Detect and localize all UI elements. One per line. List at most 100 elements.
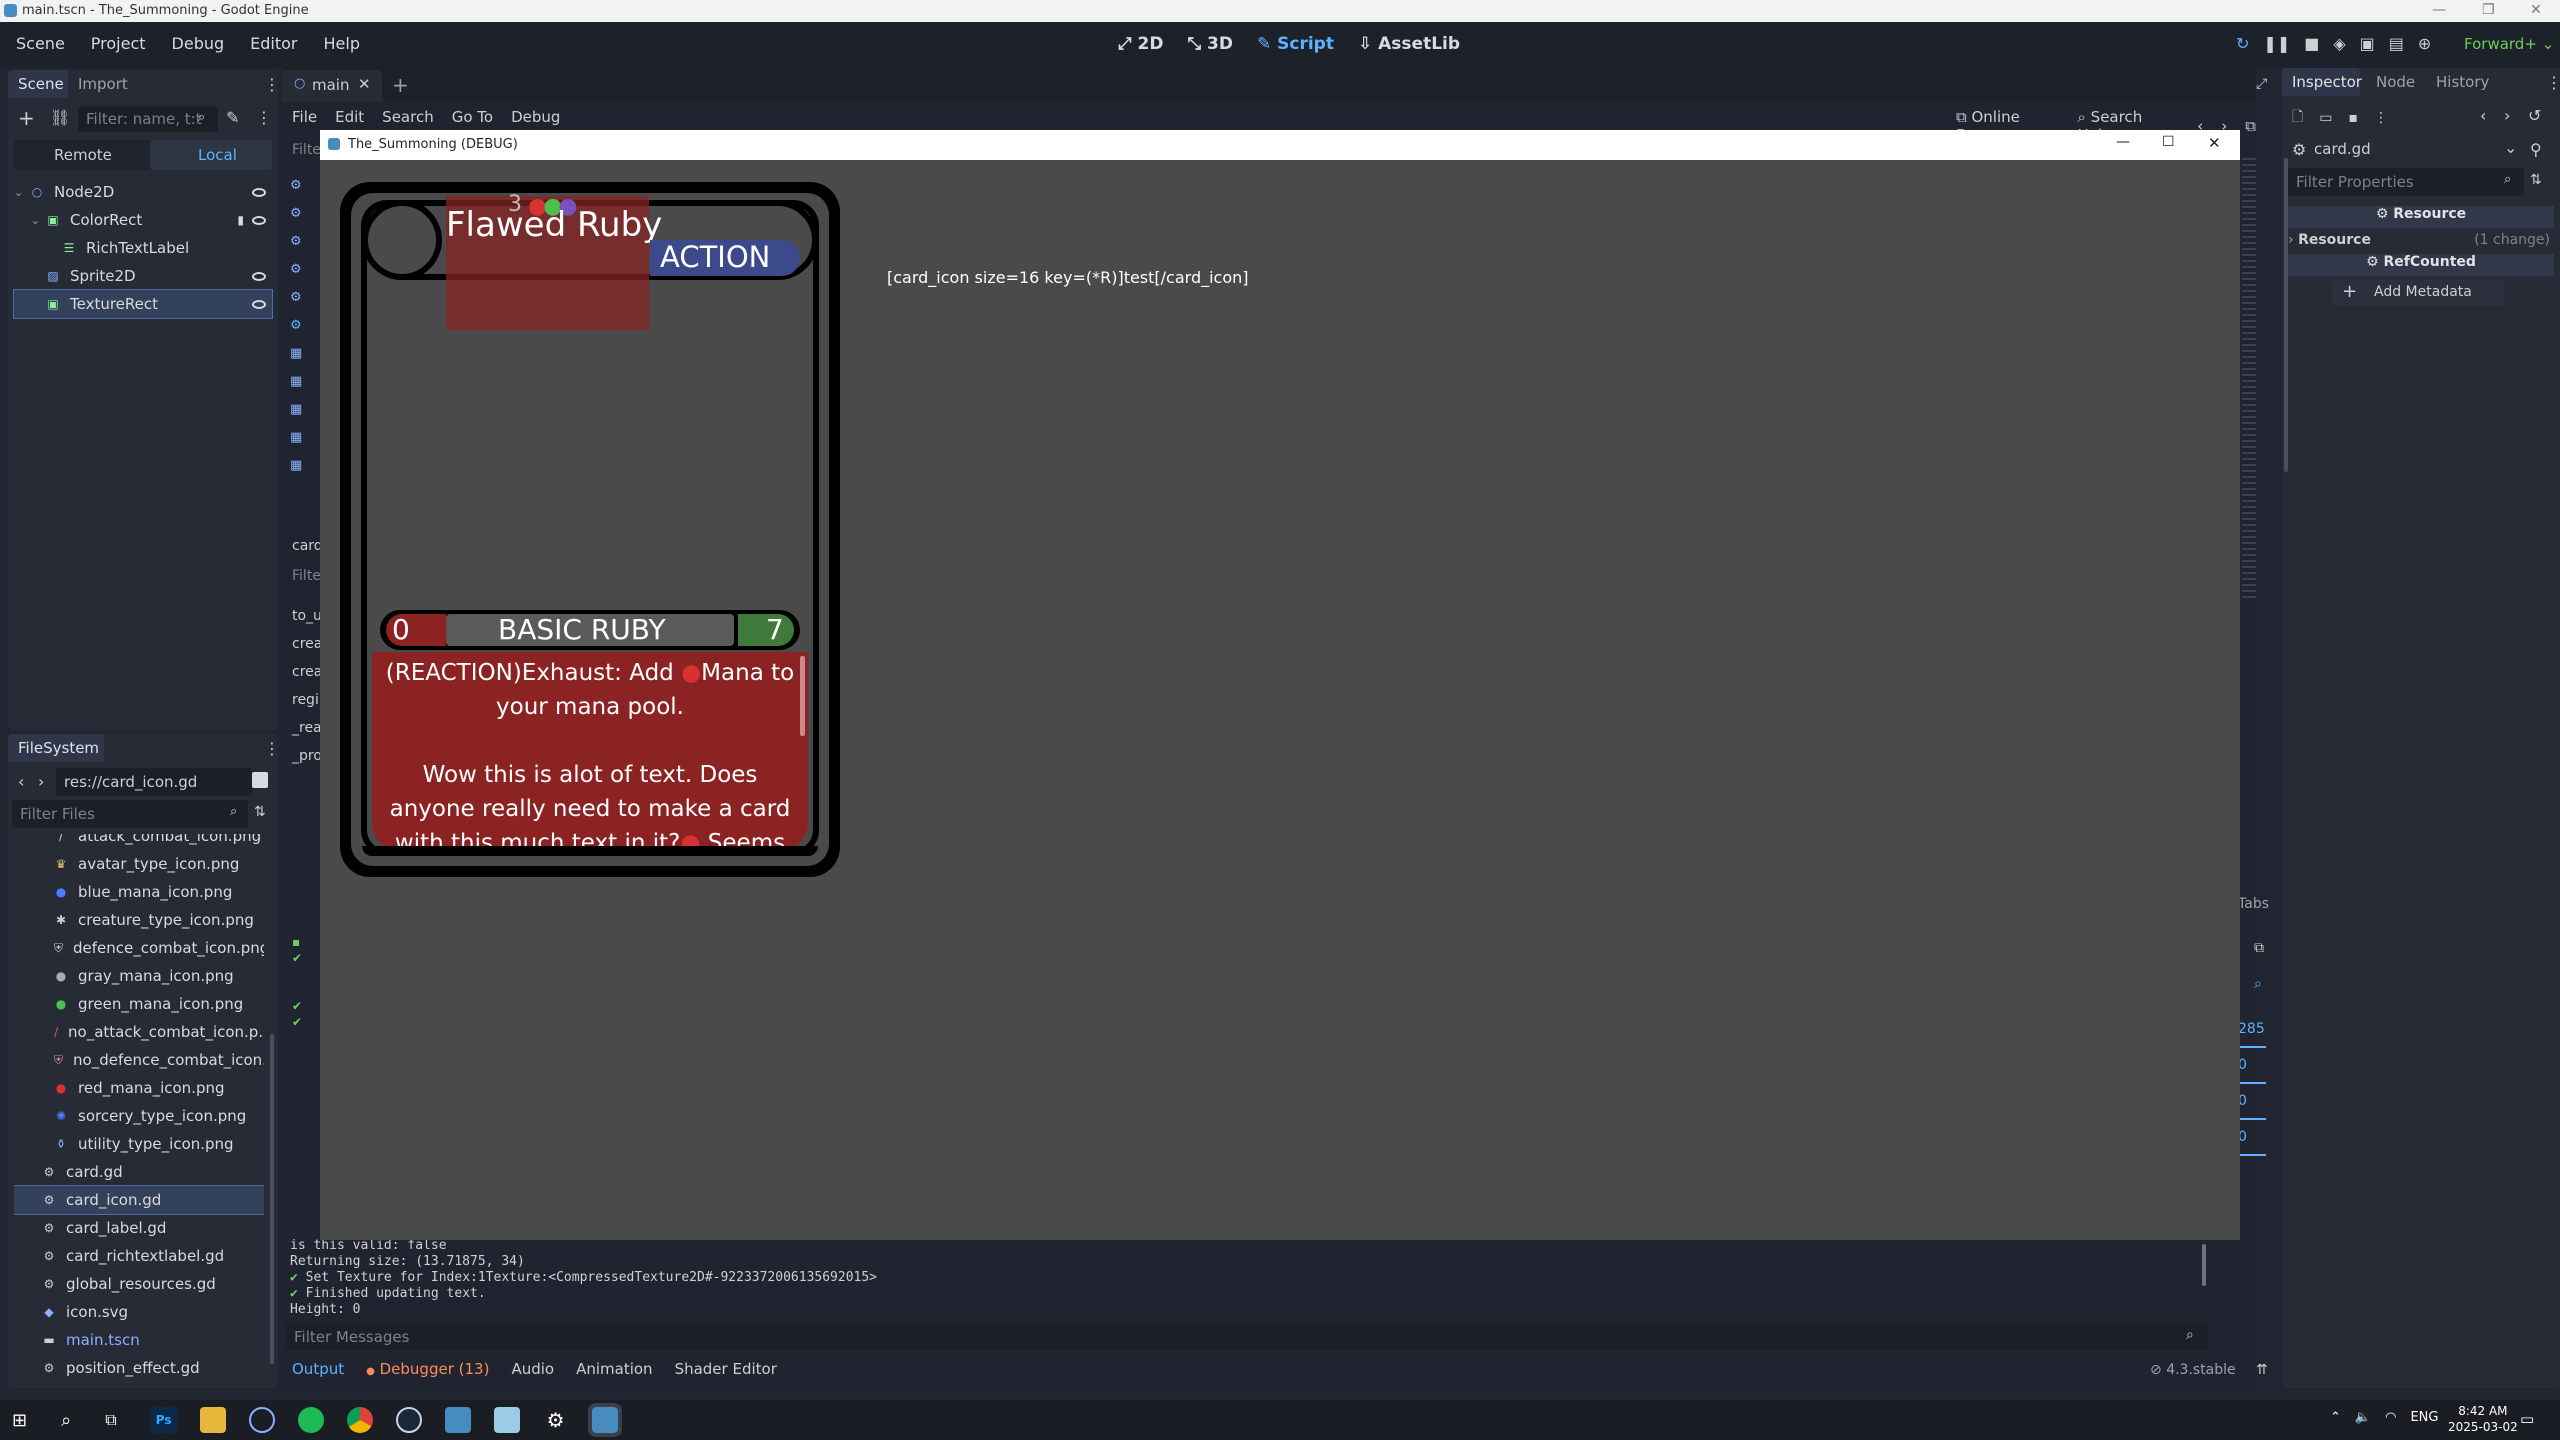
visibility-eye-icon[interactable] xyxy=(252,215,266,225)
method-item[interactable]: regi xyxy=(292,686,322,714)
pin-panel-icon[interactable]: ⇈ xyxy=(2256,1362,2268,1378)
method-item[interactable]: to_u xyxy=(292,602,322,630)
spotify-icon[interactable] xyxy=(297,1407,324,1433)
tab-node[interactable]: Node xyxy=(2376,73,2415,91)
tab-inspector[interactable]: Inspector xyxy=(2292,73,2362,91)
chrome-icon[interactable] xyxy=(346,1407,373,1433)
godot-icon[interactable] xyxy=(444,1407,471,1433)
minimize-icon[interactable]: — xyxy=(2432,2,2446,18)
file-item[interactable]: ⚙ card_label.gd xyxy=(14,1214,264,1242)
script-icon[interactable]: ▮ xyxy=(237,213,244,227)
card-text-scrollbar[interactable] xyxy=(800,656,805,736)
reload-icon[interactable]: ↻ xyxy=(2236,34,2249,53)
file-item[interactable]: ⚙ global_resources.gd xyxy=(14,1270,264,1298)
inspector-options-icon[interactable]: ⇅ xyxy=(2530,172,2542,188)
file-list-scrollbar[interactable] xyxy=(270,1034,274,1364)
tab-scene[interactable]: Scene xyxy=(18,75,64,93)
pause-icon[interactable]: ❚❚ xyxy=(2263,34,2290,53)
file-item[interactable]: ♛ avatar_type_icon.png xyxy=(14,850,264,878)
close-icon[interactable]: ✕ xyxy=(2208,134,2221,152)
script-filter-label[interactable]: Filte xyxy=(292,142,321,158)
field-value[interactable]: 0 xyxy=(2238,1084,2266,1120)
back-icon[interactable]: ‹ xyxy=(18,772,24,791)
wifi-icon[interactable]: ◠ xyxy=(2385,1410,2396,1425)
file-item[interactable]: ⛨ no_defence_combat_icon... xyxy=(14,1046,264,1074)
copy-icon[interactable]: ⧉ xyxy=(2254,940,2264,956)
maximize-icon[interactable]: ❐ xyxy=(2482,2,2495,18)
visibility-eye-icon[interactable] xyxy=(252,271,266,281)
tab-main[interactable]: ○ main ✕ xyxy=(282,70,382,102)
close-icon[interactable]: ✕ xyxy=(2530,2,2542,18)
scene-filter-input[interactable]: Filter: name, t:t xyxy=(78,106,218,132)
add-metadata-button[interactable]: + Add Metadata xyxy=(2332,280,2504,306)
script-attach-icon[interactable]: ✎ xyxy=(226,108,239,127)
field-value[interactable]: 285 xyxy=(2238,1012,2266,1048)
language-indicator[interactable]: ENG xyxy=(2410,1410,2438,1425)
workspace-assetlib[interactable]: ⇩ AssetLib xyxy=(1358,34,1460,54)
file-item[interactable]: / no_attack_combat_icon.p... xyxy=(14,1018,264,1046)
visibility-eye-icon[interactable] xyxy=(252,187,266,197)
gear-icon[interactable]: ⚙ xyxy=(290,200,302,228)
close-tab-icon[interactable]: ✕ xyxy=(358,75,371,93)
section-refcounted-header[interactable]: ⚙ RefCounted xyxy=(2288,254,2554,276)
menu-scene[interactable]: Scene xyxy=(16,34,65,53)
save-icon[interactable]: ▪ xyxy=(2349,110,2359,126)
remote-button[interactable]: Remote xyxy=(54,146,112,164)
menu-project[interactable]: Project xyxy=(91,34,146,53)
class-icon[interactable]: ▦ xyxy=(290,424,302,452)
dock-menu-icon[interactable]: ⋮ xyxy=(264,739,280,758)
subsection-resource[interactable]: › Resource (1 change) xyxy=(2288,232,2554,254)
gear-icon[interactable]: ⚙ xyxy=(290,256,302,284)
tab-output[interactable]: Output xyxy=(292,1360,344,1378)
windows-start-icon[interactable]: ⊞ xyxy=(12,1410,27,1431)
scene-options-icon[interactable]: ⋮ xyxy=(256,108,272,127)
search-icon[interactable]: ⌕ xyxy=(61,1410,71,1431)
photoshop-icon[interactable]: Ps xyxy=(150,1407,177,1433)
file-item-selected[interactable]: ⚙ card_icon.gd xyxy=(14,1185,264,1215)
field-value[interactable]: 0 xyxy=(2238,1048,2266,1084)
file-explorer-icon[interactable] xyxy=(199,1407,226,1433)
toggle-split-icon[interactable] xyxy=(252,772,268,788)
tab-animation[interactable]: Animation xyxy=(576,1360,652,1378)
file-item[interactable]: ✺ sorcery_type_icon.png xyxy=(14,1102,264,1130)
steam-icon[interactable] xyxy=(395,1407,422,1433)
file-item[interactable]: ● green_mana_icon.png xyxy=(14,990,264,1018)
clock[interactable]: 8:42 AM 2025-03-02 xyxy=(2448,1403,2518,1435)
link-icon[interactable]: ⛓ xyxy=(50,108,70,127)
maximize-icon[interactable]: ☐ xyxy=(2162,134,2175,150)
tab-history[interactable]: History xyxy=(2436,73,2489,91)
volume-icon[interactable]: 🔈 xyxy=(2355,1410,2371,1425)
minimize-icon[interactable]: — xyxy=(2116,134,2130,150)
console-scrollbar[interactable] xyxy=(2202,1244,2206,1286)
movie-maker-icon[interactable]: ⊕ xyxy=(2418,34,2431,53)
notepad-icon[interactable] xyxy=(493,1407,520,1433)
dock-menu-icon[interactable]: ⋮ xyxy=(264,75,280,94)
file-item[interactable]: / attack_combat_icon.png xyxy=(14,834,264,850)
method-filter-label[interactable]: Filte xyxy=(292,568,321,584)
file-item[interactable]: ⛨ defence_combat_icon.png xyxy=(14,934,264,962)
more-options-icon[interactable]: ⋮ xyxy=(2374,110,2388,126)
gear-icon[interactable]: ⚙ xyxy=(290,228,302,256)
tab-filesystem[interactable]: FileSystem xyxy=(18,739,99,757)
workspace-script[interactable]: ✎ Script xyxy=(1257,34,1334,54)
fullscreen-icon[interactable]: ⤢ xyxy=(2256,76,2267,92)
new-resource-icon[interactable]: 🗋 xyxy=(2292,106,2303,130)
file-item[interactable]: ● blue_mana_icon.png xyxy=(14,878,264,906)
gear-icon[interactable]: ⚙ xyxy=(290,312,302,340)
chevron-up-icon[interactable]: ⌃ xyxy=(2330,1410,2341,1425)
menu-file[interactable]: File xyxy=(292,108,317,126)
remote-debug-icon[interactable]: ◈ xyxy=(2333,34,2345,53)
menu-goto[interactable]: Go To xyxy=(452,108,493,126)
tree-node-colorrect[interactable]: ⌄ ▣ ColorRect ▮ xyxy=(14,206,272,234)
file-item[interactable]: ◆ icon.svg xyxy=(14,1298,264,1326)
history-forward-icon[interactable]: › xyxy=(2504,106,2510,125)
class-icon[interactable]: ▦ xyxy=(290,452,302,480)
inspector-scrollbar[interactable] xyxy=(2284,158,2288,472)
dock-menu-icon[interactable]: ⋮ xyxy=(2546,73,2560,92)
tree-node-node2d[interactable]: ⌄ ○ Node2D xyxy=(14,178,272,206)
add-node-icon[interactable]: + xyxy=(18,106,35,130)
workspace-2d[interactable]: ⤢ 2D xyxy=(1118,34,1163,54)
menu-help[interactable]: Help xyxy=(324,34,360,53)
method-item[interactable]: crea xyxy=(292,658,322,686)
add-tab-icon[interactable]: + xyxy=(392,73,409,97)
